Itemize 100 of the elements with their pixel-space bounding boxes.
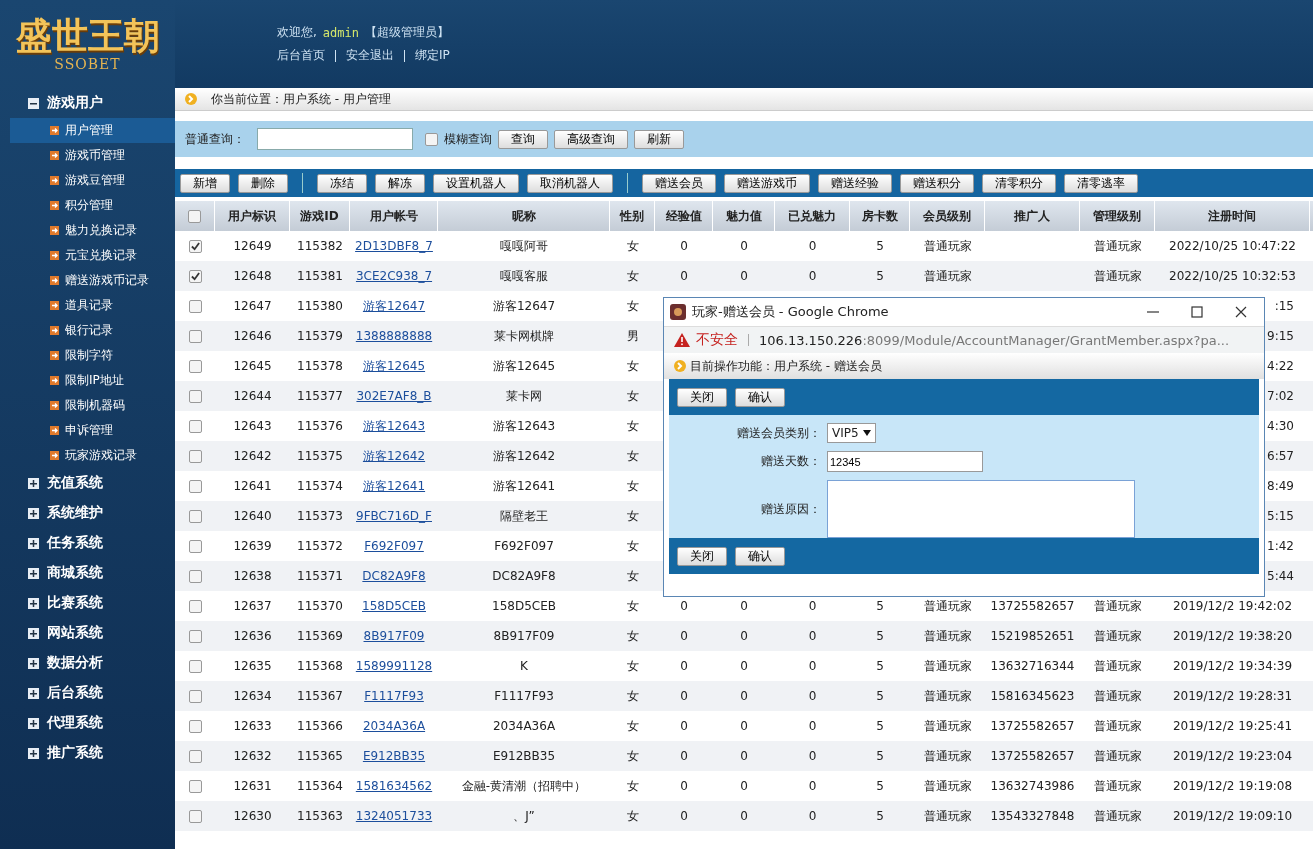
checkbox[interactable] (188, 329, 202, 343)
sidebar-item[interactable]: 用户管理 (10, 118, 175, 143)
account-link[interactable]: 游客12643 (362, 417, 426, 435)
table-cell: 5 (876, 599, 884, 613)
sidebar-item[interactable]: 元宝兑换记录 (10, 243, 175, 268)
sidebar-item[interactable]: 赠送游戏币记录 (10, 268, 175, 293)
account-link[interactable]: 游客12647 (362, 297, 426, 315)
sidebar-item[interactable]: 申诉管理 (10, 418, 175, 443)
sidebar-group[interactable]: 推广系统 (0, 738, 175, 768)
toolbar-button[interactable]: 赠送会员 (642, 173, 716, 193)
search-button[interactable]: 高级查询 (554, 129, 628, 149)
sidebar-item[interactable]: 玩家游戏记录 (10, 443, 175, 468)
checkbox[interactable] (188, 239, 202, 253)
checkbox[interactable] (188, 659, 202, 673)
toolbar-button[interactable]: 赠送经验 (818, 173, 892, 193)
checkbox[interactable] (188, 809, 202, 823)
sidebar-item[interactable]: 积分管理 (10, 193, 175, 218)
sidebar-group[interactable]: 比赛系统 (0, 588, 175, 618)
account-link[interactable]: 1324051733 (355, 809, 433, 823)
checkbox[interactable] (188, 209, 201, 223)
toolbar-button[interactable]: 删除 (238, 173, 288, 193)
toolbar-button[interactable]: 清零积分 (982, 173, 1056, 193)
checkbox[interactable] (188, 599, 202, 613)
search-field[interactable] (257, 128, 413, 150)
sidebar-group[interactable]: 任务系统 (0, 528, 175, 558)
sidebar-group[interactable]: 数据分析 (0, 648, 175, 678)
popup-button[interactable]: 确认 (735, 387, 785, 407)
toolbar-button[interactable]: 设置机器人 (433, 173, 519, 193)
checkbox[interactable] (188, 509, 202, 523)
close-icon[interactable] (1234, 305, 1248, 319)
account-link[interactable]: 游客12642 (362, 447, 426, 465)
checkbox[interactable] (188, 629, 202, 643)
checkbox[interactable] (188, 299, 202, 313)
checkbox[interactable] (188, 779, 202, 793)
account-link[interactable]: F692F097 (364, 539, 424, 553)
account-link[interactable]: 3CE2C938_7 (355, 269, 433, 283)
checkbox[interactable] (188, 719, 202, 733)
account-link[interactable]: 游客12641 (362, 477, 426, 495)
sidebar-group[interactable]: 网站系统 (0, 618, 175, 648)
account-link[interactable]: 1581634562 (355, 779, 433, 793)
checkbox[interactable] (188, 419, 202, 433)
sidebar-group[interactable]: 游戏用户 (0, 88, 175, 118)
sidebar-group[interactable]: 充值系统 (0, 468, 175, 498)
reason-field[interactable] (827, 480, 1135, 538)
checkbox[interactable] (188, 479, 202, 493)
account-link[interactable]: 2D13DBF8_7 (355, 239, 433, 253)
sidebar-group[interactable]: 商城系统 (0, 558, 175, 588)
checkbox[interactable] (188, 569, 202, 583)
account-link[interactable]: 9FBC716D_F (356, 509, 432, 523)
toolbar-button[interactable]: 取消机器人 (527, 173, 613, 193)
table-cell: 0 (740, 809, 748, 823)
toolbar-button[interactable]: 赠送积分 (900, 173, 974, 193)
table-cell: :15 (1274, 299, 1294, 313)
search-button[interactable]: 刷新 (634, 129, 684, 149)
account-link[interactable]: F1117F93 (364, 689, 424, 703)
account-link[interactable]: 8B917F09 (363, 629, 425, 643)
sidebar-item[interactable]: 限制字符 (10, 343, 175, 368)
sidebar-group[interactable]: 代理系统 (0, 708, 175, 738)
toolbar-button[interactable]: 新增 (180, 173, 230, 193)
checkbox[interactable] (188, 689, 202, 703)
header-link[interactable]: 后台首页 (277, 47, 325, 64)
toolbar-button[interactable]: 赠送游戏币 (724, 173, 810, 193)
sidebar-item[interactable]: 银行记录 (10, 318, 175, 343)
sidebar-group[interactable]: 后台系统 (0, 678, 175, 708)
sidebar-item[interactable]: 游戏豆管理 (10, 168, 175, 193)
checkbox[interactable] (188, 389, 202, 403)
header-link[interactable]: 绑定IP (415, 47, 450, 64)
account-link[interactable]: 2034A36A (362, 719, 426, 733)
checkbox[interactable] (188, 539, 202, 553)
account-link[interactable]: 302E7AF8_B (356, 389, 432, 403)
checkbox[interactable] (425, 132, 438, 146)
address-url[interactable]: 106.13.150.226:8099/Module/AccountManager/GrantMember.aspx?pa... (759, 332, 1230, 348)
account-link[interactable]: 1589991128 (355, 659, 433, 673)
sidebar-group[interactable]: 系统维护 (0, 498, 175, 528)
sidebar-item[interactable]: 游戏币管理 (10, 143, 175, 168)
toolbar-button[interactable]: 解冻 (375, 173, 425, 193)
days-field[interactable]: 12345 (827, 451, 983, 472)
header-link[interactable]: 安全退出 (346, 47, 394, 64)
popup-button[interactable]: 关闭 (677, 546, 727, 566)
toolbar-button[interactable]: 冻结 (317, 173, 367, 193)
checkbox[interactable] (188, 359, 202, 373)
account-link[interactable]: E912BB35 (362, 749, 426, 763)
account-link[interactable]: 游客12645 (362, 357, 426, 375)
account-link[interactable]: 1388888888 (355, 329, 433, 343)
account-link[interactable]: DC82A9F8 (362, 569, 426, 583)
toolbar-button[interactable]: 清零逃率 (1064, 173, 1138, 193)
maximize-icon[interactable] (1190, 305, 1204, 319)
account-link[interactable]: 158D5CEB (362, 599, 426, 613)
table-cell: 隔壁老王 (500, 507, 548, 525)
sidebar-item[interactable]: 魅力兑换记录 (10, 218, 175, 243)
search-button[interactable]: 查询 (498, 129, 548, 149)
checkbox[interactable] (188, 749, 202, 763)
sidebar-item[interactable]: 限制IP地址 (10, 368, 175, 393)
checkbox[interactable] (188, 449, 202, 463)
popup-button[interactable]: 关闭 (677, 387, 727, 407)
popup-button[interactable]: 确认 (735, 546, 785, 566)
member-type-select[interactable]: VIP5 (827, 423, 876, 443)
sidebar-item[interactable]: 限制机器码 (10, 393, 175, 418)
sidebar-item[interactable]: 道具记录 (10, 293, 175, 318)
checkbox[interactable] (188, 269, 202, 283)
